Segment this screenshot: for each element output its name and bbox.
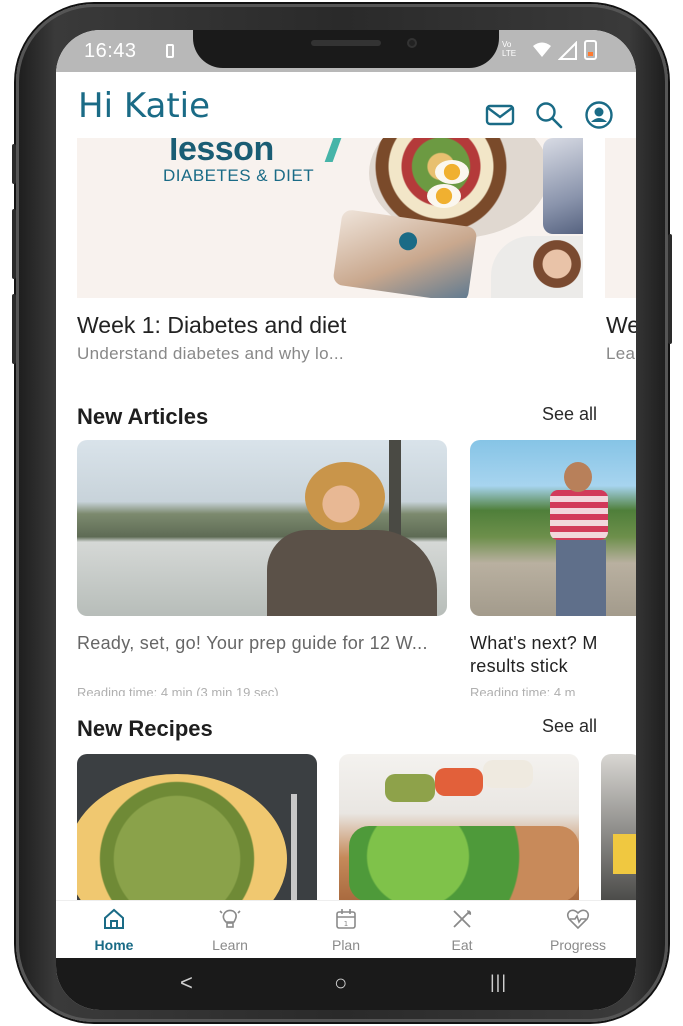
lesson-banner-word: lesson — [169, 138, 274, 168]
lesson-description: Lea — [606, 344, 636, 363]
articles-see-all-link[interactable]: See all — [542, 404, 597, 425]
nav-item-home[interactable]: Home — [56, 901, 172, 959]
camera-notch — [193, 30, 499, 68]
signal-icon — [558, 41, 577, 60]
battery-icon — [584, 40, 597, 60]
lesson-description: Understand diabetes and why lo... — [77, 344, 344, 363]
recipe-image[interactable] — [601, 754, 636, 902]
network-label: Vo LTE — [502, 40, 517, 58]
system-home-button[interactable]: ○ — [334, 970, 347, 996]
svg-text:1: 1 — [344, 920, 348, 928]
lesson-banner-accent — [324, 138, 342, 162]
app-screen: 16:43 Vo LTE Hi Katie lesson DIABETES & … — [56, 30, 636, 1010]
nav-item-plan[interactable]: 1 Plan — [288, 901, 404, 959]
lesson-title[interactable]: Week 1: Diabetes and diet — [77, 312, 346, 339]
system-recents-button[interactable]: ||| — [490, 972, 507, 993]
lesson-card-next-image[interactable] — [605, 138, 636, 298]
recipe-image[interactable] — [77, 754, 317, 902]
utensils-icon — [453, 910, 472, 928]
egg-image — [435, 160, 469, 184]
person-photo — [543, 138, 583, 234]
article-title[interactable]: What's next? M results stick — [470, 632, 636, 678]
nav-label-learn: Learn — [212, 937, 248, 953]
article-reading-time: Reading time: 4 min (3 min 19 sec) — [77, 685, 279, 696]
nav-label-eat: Eat — [451, 937, 473, 953]
mail-icon[interactable] — [485, 100, 515, 130]
woman-photo — [491, 236, 583, 298]
status-time: 16:43 — [84, 40, 137, 62]
nav-item-learn[interactable]: Learn — [172, 901, 288, 959]
recipe-image[interactable] — [339, 754, 579, 902]
system-nav-bar: < ○ ||| — [56, 958, 636, 1010]
lesson-banner-subtitle: DIABETES & DIET — [163, 166, 315, 185]
articles-section-title: New Articles — [77, 404, 209, 429]
article-title[interactable]: Ready, set, go! Your prep guide for 12 W… — [77, 632, 447, 655]
article-image[interactable] — [77, 440, 447, 616]
app-header: Hi Katie — [56, 72, 636, 138]
nav-label-plan: Plan — [331, 937, 361, 953]
home-icon — [104, 908, 124, 929]
profile-icon[interactable] — [584, 100, 614, 130]
lesson-card-image[interactable]: lesson DIABETES & DIET — [77, 138, 583, 298]
lightbulb-icon — [219, 909, 241, 928]
recipes-see-all-link[interactable]: See all — [542, 716, 597, 737]
wifi-icon — [533, 42, 551, 57]
nav-label-home: Home — [94, 937, 134, 953]
calendar-icon: 1 — [336, 909, 356, 929]
nav-item-progress[interactable]: Progress — [520, 901, 636, 959]
status-bar: 16:43 Vo LTE — [56, 30, 636, 72]
article-reading-time: Reading time: 4 m — [470, 685, 576, 696]
storage-icon — [166, 44, 174, 58]
heart-pulse-icon — [566, 909, 590, 930]
search-icon[interactable] — [534, 100, 564, 130]
greeting-title: Hi Katie — [78, 86, 211, 126]
article-image[interactable] — [470, 440, 636, 616]
nav-item-eat[interactable]: Eat — [404, 901, 520, 959]
lesson-title[interactable]: We — [606, 312, 636, 339]
egg-image — [427, 184, 461, 208]
recipes-section-title: New Recipes — [77, 716, 213, 741]
system-back-button[interactable]: < — [180, 970, 193, 996]
bottom-nav-bar: Home Learn 1 Plan Eat Progress — [56, 900, 636, 958]
nav-label-progress: Progress — [549, 937, 607, 953]
